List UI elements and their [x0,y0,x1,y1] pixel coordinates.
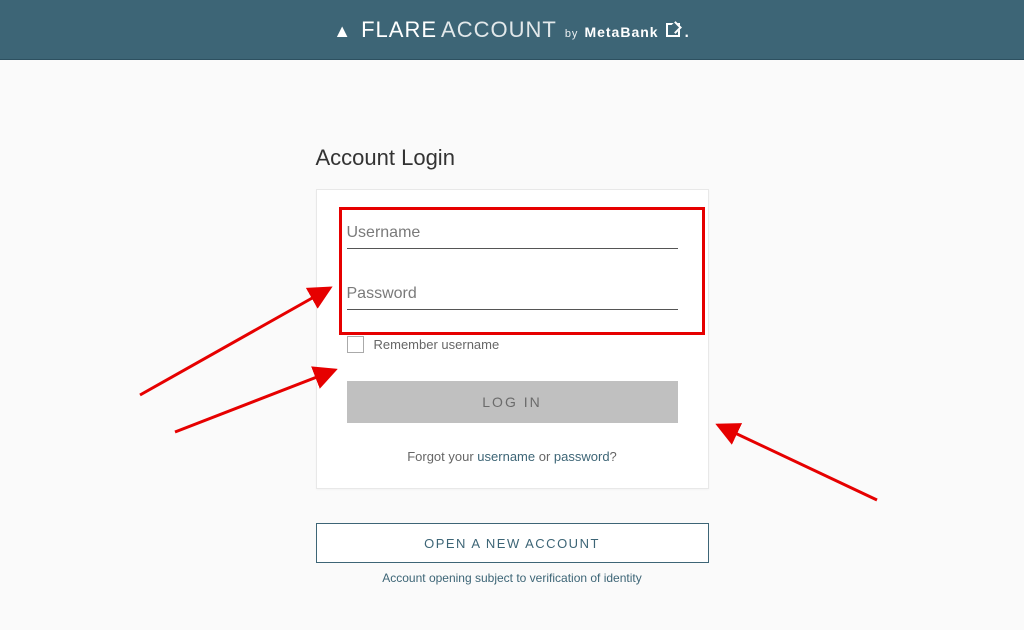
logo-meta-text: MetaBank [584,24,658,40]
main-content: Account Login Remember username LOG IN F… [0,60,1024,585]
open-account-section: OPEN A NEW ACCOUNT Account opening subje… [316,523,709,585]
forgot-password-link[interactable]: password [554,449,610,464]
login-card: Remember username LOG IN Forgot your use… [316,189,709,489]
header-bar: ▲ FLAREACCOUNT by MetaBank. [0,0,1024,60]
brand-logo: ▲ FLAREACCOUNT by MetaBank. [333,17,690,43]
forgot-prefix: Forgot your [407,449,477,464]
login-button[interactable]: LOG IN [347,381,678,423]
forgot-suffix: ? [610,449,617,464]
remember-checkbox[interactable] [347,336,364,353]
password-row [347,279,678,310]
account-disclaimer: Account opening subject to verification … [316,571,709,585]
open-account-button[interactable]: OPEN A NEW ACCOUNT [316,523,709,563]
remember-label: Remember username [374,337,500,352]
remember-row: Remember username [347,336,678,353]
logo-flare-text: FLARE [361,17,437,43]
page-title: Account Login [316,145,709,171]
metabank-mark-icon [666,23,680,37]
logo-account-text: ACCOUNT [441,17,557,43]
forgot-or: or [535,449,554,464]
forgot-row: Forgot your username or password? [347,449,678,464]
username-input[interactable] [347,218,678,249]
flare-glyph-icon: ▲ [333,21,351,42]
password-input[interactable] [347,279,678,310]
forgot-username-link[interactable]: username [477,449,535,464]
logo-by-text: by [565,28,579,40]
username-row [347,218,678,249]
